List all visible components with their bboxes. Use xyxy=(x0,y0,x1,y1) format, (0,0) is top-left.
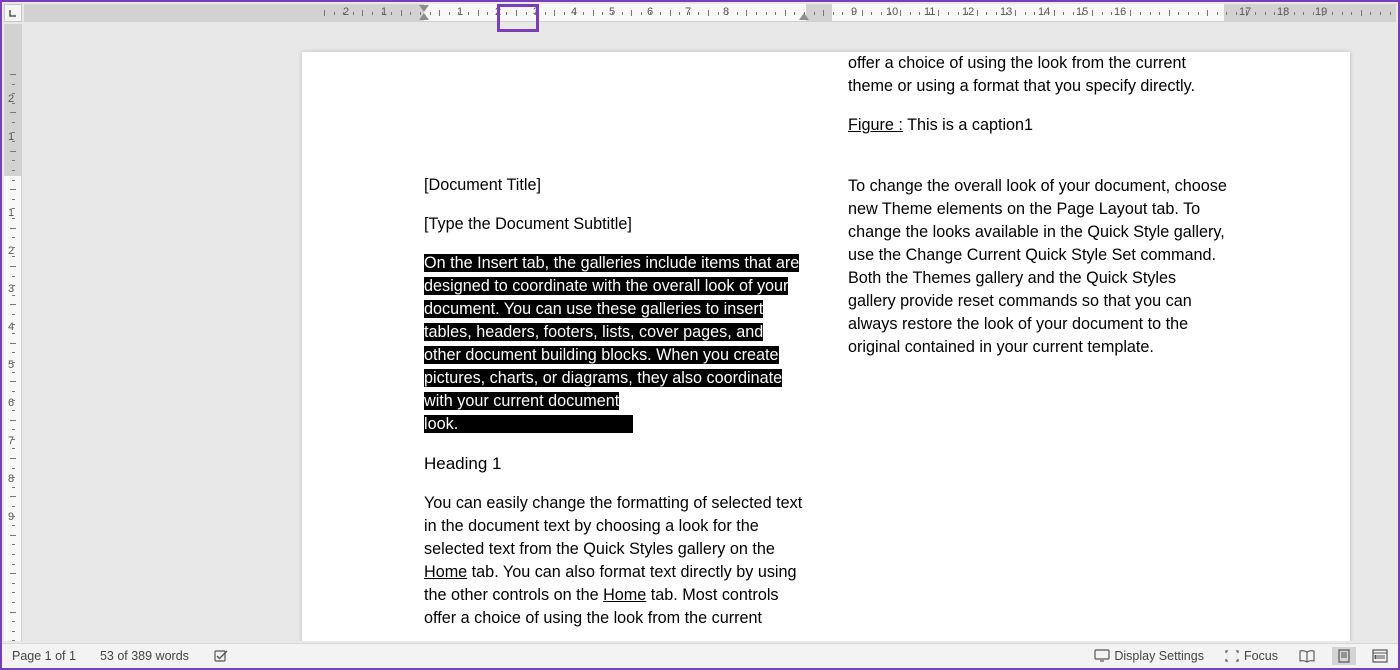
ruler-num: 9 xyxy=(8,511,14,523)
page[interactable]: [Document Title] [Type the Document Subt… xyxy=(302,52,1350,641)
figure-caption[interactable]: Figure : This is a caption1 xyxy=(848,114,1228,137)
ruler-num: 8 xyxy=(8,473,14,485)
selected-paragraph[interactable]: On the Insert tab, the galleries include… xyxy=(424,252,804,436)
document-canvas[interactable]: [Document Title] [Type the Document Subt… xyxy=(24,24,1396,641)
book-icon xyxy=(1298,649,1316,663)
page-icon xyxy=(1336,649,1352,663)
ruler-num: 8 xyxy=(723,6,729,18)
ruler-num: 19 xyxy=(1315,6,1327,18)
focus-icon xyxy=(1224,649,1240,663)
figure-label[interactable]: Figure : xyxy=(848,116,903,134)
ruler-num: 10 xyxy=(886,6,898,18)
first-line-indent-marker[interactable] xyxy=(419,5,429,12)
ruler-num: 5 xyxy=(8,359,14,371)
purple-highlight-box xyxy=(497,4,539,32)
print-layout-button[interactable] xyxy=(1332,647,1356,665)
home-link[interactable]: Home xyxy=(603,586,646,604)
document-subtitle[interactable]: [Type the Document Subtitle] xyxy=(424,213,804,236)
ruler-num: 6 xyxy=(8,397,14,409)
vertical-ruler[interactable]: 2 1 1 2 3 4 5 6 7 8 9 xyxy=(4,24,22,641)
web-layout-button[interactable] xyxy=(1368,647,1392,665)
home-link[interactable]: Home xyxy=(424,563,467,581)
document-title[interactable]: [Document Title] xyxy=(424,174,804,197)
read-mode-button[interactable] xyxy=(1294,647,1320,665)
page-number-status[interactable]: Page 1 of 1 xyxy=(8,647,80,665)
body-paragraph[interactable]: You can easily change the formatting of … xyxy=(424,492,804,630)
ruler-num: 7 xyxy=(8,435,14,447)
monitor-icon xyxy=(1094,649,1110,663)
heading-1[interactable]: Heading 1 xyxy=(424,452,804,476)
web-icon xyxy=(1372,649,1388,663)
focus-button[interactable]: Focus xyxy=(1220,647,1282,665)
body-paragraph[interactable]: offer a choice of using the look from th… xyxy=(848,52,1228,98)
word-count-status[interactable]: 53 of 389 words xyxy=(96,647,193,665)
spelling-status-icon[interactable] xyxy=(209,646,233,666)
horizontal-ruler[interactable]: 2 1 1 2 3 4 5 6 7 8 9 10 11 12 13 14 15 … xyxy=(24,4,1396,22)
status-bar: Page 1 of 1 53 of 389 words Display Sett… xyxy=(2,643,1398,668)
body-paragraph[interactable]: To change the overall look of your docum… xyxy=(848,175,1228,359)
display-settings-button[interactable]: Display Settings xyxy=(1090,647,1208,665)
tab-stop-selector[interactable] xyxy=(4,4,22,22)
selection-text: On the Insert tab, the galleries include… xyxy=(424,254,799,433)
